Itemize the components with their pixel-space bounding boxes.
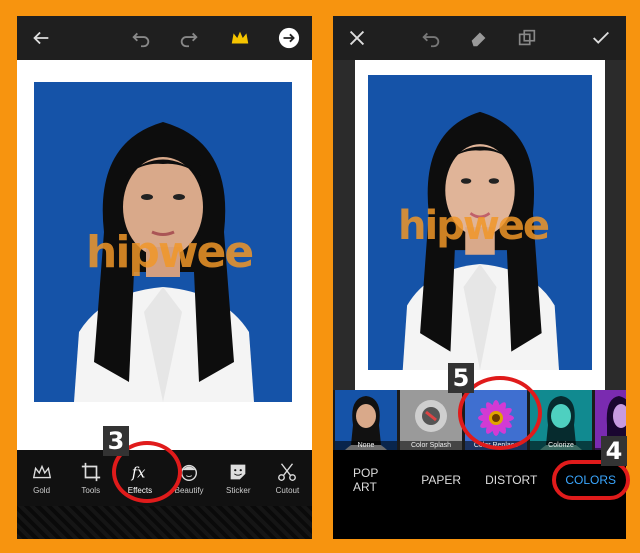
step-badge-4: 4 — [601, 436, 627, 466]
scissors-icon — [278, 463, 297, 481]
tool-label: Gold — [33, 486, 51, 495]
photo-canvas[interactable]: hipwee — [17, 60, 312, 450]
tool-tools[interactable]: Tools — [66, 450, 115, 506]
tab-paper[interactable]: PAPER — [409, 473, 471, 487]
tool-label: Cutout — [275, 486, 300, 495]
portrait-photo: hipwee — [34, 82, 292, 402]
back-arrow-icon[interactable] — [25, 22, 57, 54]
undo-icon[interactable] — [415, 22, 447, 54]
tool-gold[interactable]: Gold — [17, 450, 66, 506]
tool-label: Tools — [81, 486, 101, 495]
compare-icon[interactable] — [511, 22, 543, 54]
effect-color-splash[interactable]: Color Splash — [400, 390, 462, 450]
tool-label: Beautify — [174, 486, 204, 495]
step-badge-3: 3 — [103, 426, 129, 456]
tool-label: Sticker — [226, 486, 251, 495]
apply-check-icon[interactable] — [585, 22, 617, 54]
top-toolbar — [17, 16, 312, 60]
tool-sticker[interactable]: Sticker — [214, 450, 263, 506]
top-toolbar — [333, 16, 626, 60]
next-arrow-icon[interactable] — [273, 22, 305, 54]
eraser-icon[interactable] — [463, 22, 495, 54]
redo-icon[interactable] — [173, 22, 205, 54]
tool-cutout[interactable]: Cutout — [263, 450, 312, 506]
crown-icon — [32, 464, 51, 479]
highlight-ring-colors — [552, 460, 630, 500]
watermark: hipwee — [398, 203, 550, 249]
tab-pop-art[interactable]: POP ART — [333, 466, 409, 494]
bottom-strip — [333, 498, 626, 539]
undo-icon[interactable] — [125, 22, 157, 54]
effect-none[interactable]: None — [335, 390, 397, 450]
close-icon[interactable] — [341, 22, 373, 54]
sticker-icon — [230, 464, 246, 480]
photo-canvas[interactable]: hipwee — [333, 60, 626, 390]
portrait-photo: hipwee — [368, 75, 592, 370]
tab-distort[interactable]: DISTORT — [471, 473, 547, 487]
bottom-pattern — [17, 506, 312, 539]
effect-label: Color Splash — [400, 441, 462, 450]
crop-icon — [81, 462, 100, 482]
watermark: hipwee — [86, 227, 254, 278]
step-badge-5: 5 — [448, 363, 474, 393]
effect-label: Colorize — [530, 441, 592, 450]
effect-label: None — [335, 441, 397, 450]
gold-crown-icon[interactable] — [224, 22, 256, 54]
